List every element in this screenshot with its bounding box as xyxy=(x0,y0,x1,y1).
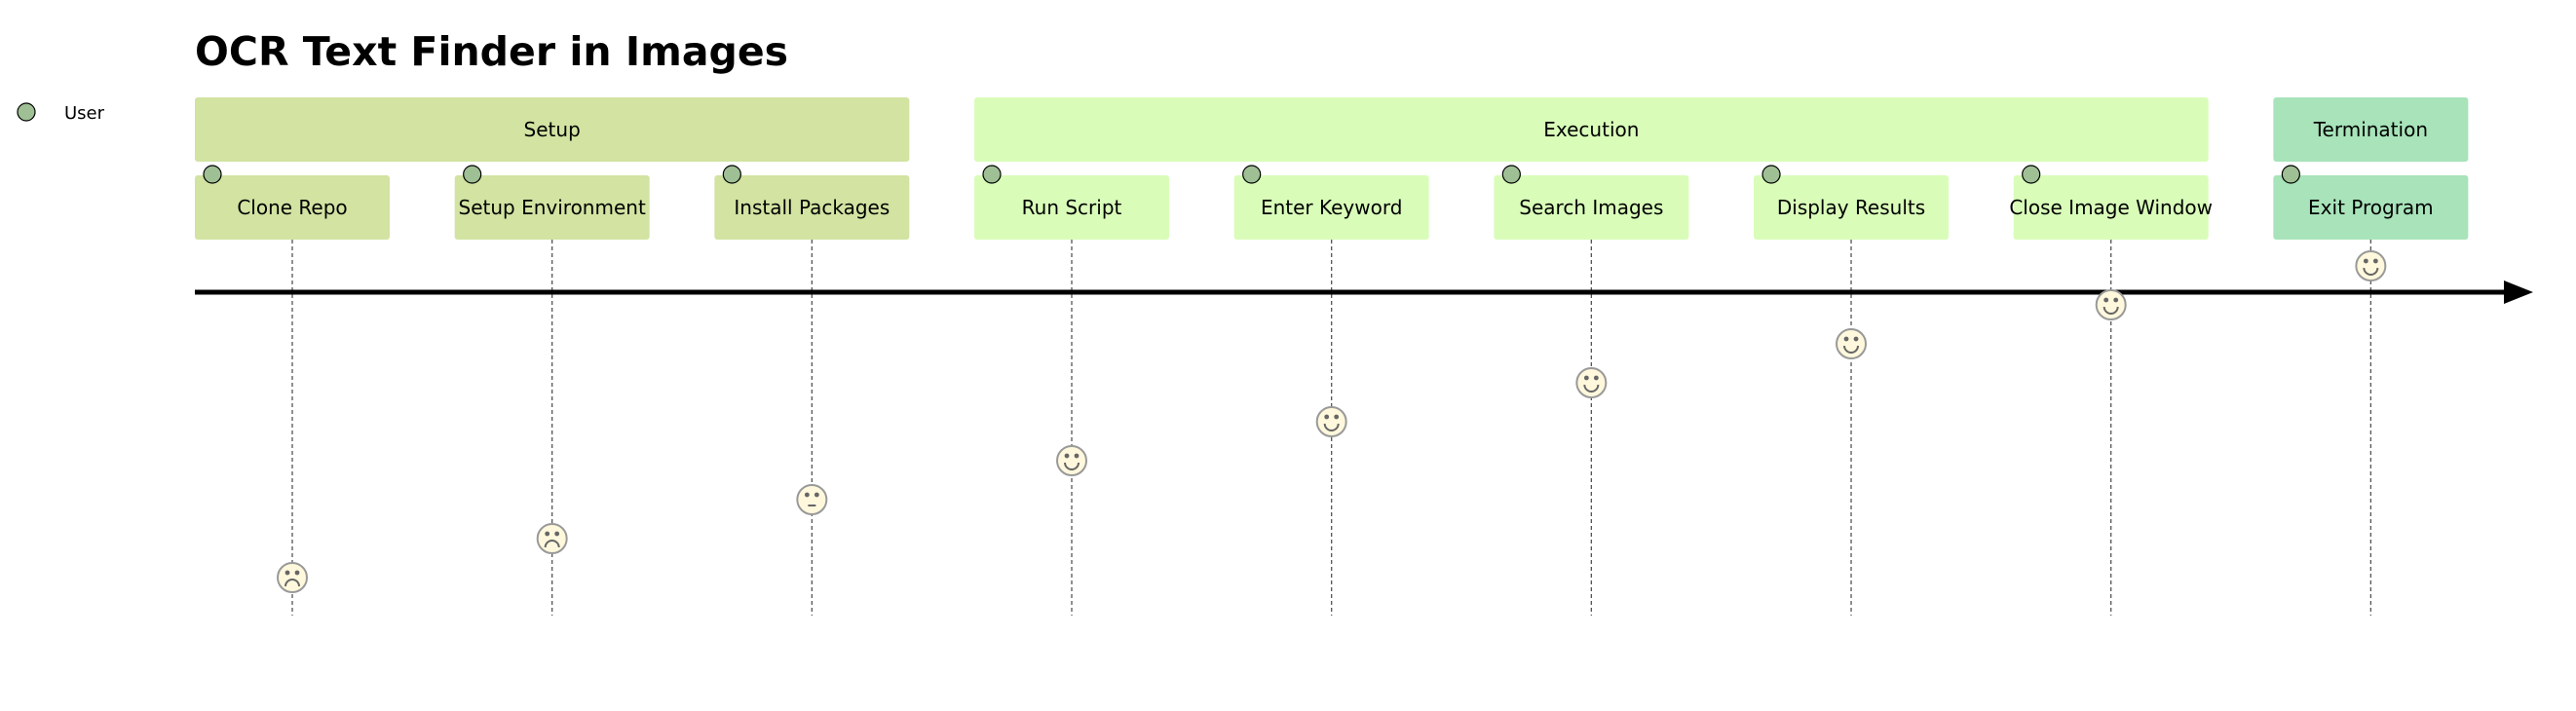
actor-dot-icon xyxy=(2022,165,2041,184)
legend-item: User xyxy=(17,102,105,124)
happy-face-icon xyxy=(1836,328,1868,359)
task-label: Display Results xyxy=(1777,196,1925,219)
actor-dot-icon xyxy=(1501,165,1521,184)
happy-face-icon xyxy=(1315,406,1347,437)
task-label: Close Image Window xyxy=(2009,196,2213,219)
actor-dot-icon xyxy=(982,165,1002,184)
section-termination: Termination xyxy=(2273,97,2469,162)
left-eye xyxy=(804,492,810,498)
task-label: Clone Repo xyxy=(237,196,347,219)
actor-dot-icon xyxy=(17,102,36,122)
axis-arrowhead-icon xyxy=(2504,281,2533,304)
sections: Setup Execution Termination xyxy=(195,97,2469,162)
user-journey-diagram: OCR Text Finder in Images User Setup Exec… xyxy=(17,28,2533,616)
face-outline xyxy=(2355,250,2387,281)
right-eye xyxy=(814,492,819,498)
happy-face-icon xyxy=(2095,289,2127,320)
left-eye xyxy=(1583,375,1589,381)
happy-face-icon xyxy=(2355,250,2387,281)
tasks: Clone Repo Setup Environment Install Packa… xyxy=(195,165,2469,240)
sad-face-icon xyxy=(277,562,308,593)
section-label: Termination xyxy=(2313,118,2428,141)
left-eye xyxy=(1843,336,1849,342)
task-label: Install Packages xyxy=(734,196,890,219)
timeline-axis xyxy=(195,281,2533,304)
diagram-title: OCR Text Finder in Images xyxy=(195,28,788,75)
left-eye xyxy=(2363,258,2368,264)
right-eye xyxy=(1074,453,1080,459)
task-item[interactable]: Clone Repo xyxy=(195,165,390,240)
task-item[interactable]: Enter Keyword xyxy=(1233,165,1429,240)
right-eye xyxy=(2372,258,2378,264)
task-item[interactable]: Setup Environment xyxy=(454,165,650,240)
legend: User xyxy=(17,102,105,124)
right-eye xyxy=(1853,336,1859,342)
right-eye xyxy=(554,531,560,537)
task-item[interactable]: Install Packages xyxy=(714,165,910,240)
section-label: Execution xyxy=(1543,118,1639,141)
neutral-face-icon xyxy=(796,484,828,515)
happy-face-icon xyxy=(1056,445,1088,476)
task-label: Exit Program xyxy=(2308,196,2434,219)
left-eye xyxy=(545,531,550,537)
left-eye xyxy=(284,570,290,576)
face-outline xyxy=(1836,328,1868,359)
task-label: Setup Environment xyxy=(459,196,646,219)
face-outline xyxy=(2095,289,2127,320)
face-outline xyxy=(277,562,308,593)
section-execution: Execution xyxy=(974,97,2209,162)
right-eye xyxy=(2113,297,2119,303)
task-item[interactable]: Display Results xyxy=(1754,165,1950,240)
task-label: Enter Keyword xyxy=(1261,196,1402,219)
right-eye xyxy=(1593,375,1599,381)
face-outline xyxy=(536,523,568,554)
task-item[interactable]: Search Images xyxy=(1494,165,1689,240)
actor-dot-icon xyxy=(1242,165,1262,184)
face-outline xyxy=(1056,445,1088,476)
face-outline xyxy=(1575,367,1608,398)
left-eye xyxy=(1064,453,1070,459)
face-outline xyxy=(1315,406,1347,437)
face-outline xyxy=(796,484,828,515)
left-eye xyxy=(1324,414,1330,420)
section-label: Setup xyxy=(524,118,581,141)
task-label: Search Images xyxy=(1519,196,1663,219)
actor-dot-icon xyxy=(2281,165,2300,184)
task-label: Run Script xyxy=(1022,196,1122,219)
legend-label: User xyxy=(64,103,105,124)
actor-dot-icon xyxy=(463,165,482,184)
task-item[interactable]: Run Script xyxy=(974,165,1170,240)
sad-face-icon xyxy=(536,523,568,554)
right-eye xyxy=(294,570,300,576)
task-item[interactable]: Exit Program xyxy=(2273,165,2469,240)
happy-face-icon xyxy=(1575,367,1608,398)
right-eye xyxy=(1334,414,1340,420)
actor-dot-icon xyxy=(722,165,741,184)
section-setup: Setup xyxy=(195,97,910,162)
task-item[interactable]: Close Image Window xyxy=(2009,165,2213,240)
actor-dot-icon xyxy=(1762,165,1781,184)
actor-dot-icon xyxy=(203,165,222,184)
left-eye xyxy=(2103,297,2109,303)
